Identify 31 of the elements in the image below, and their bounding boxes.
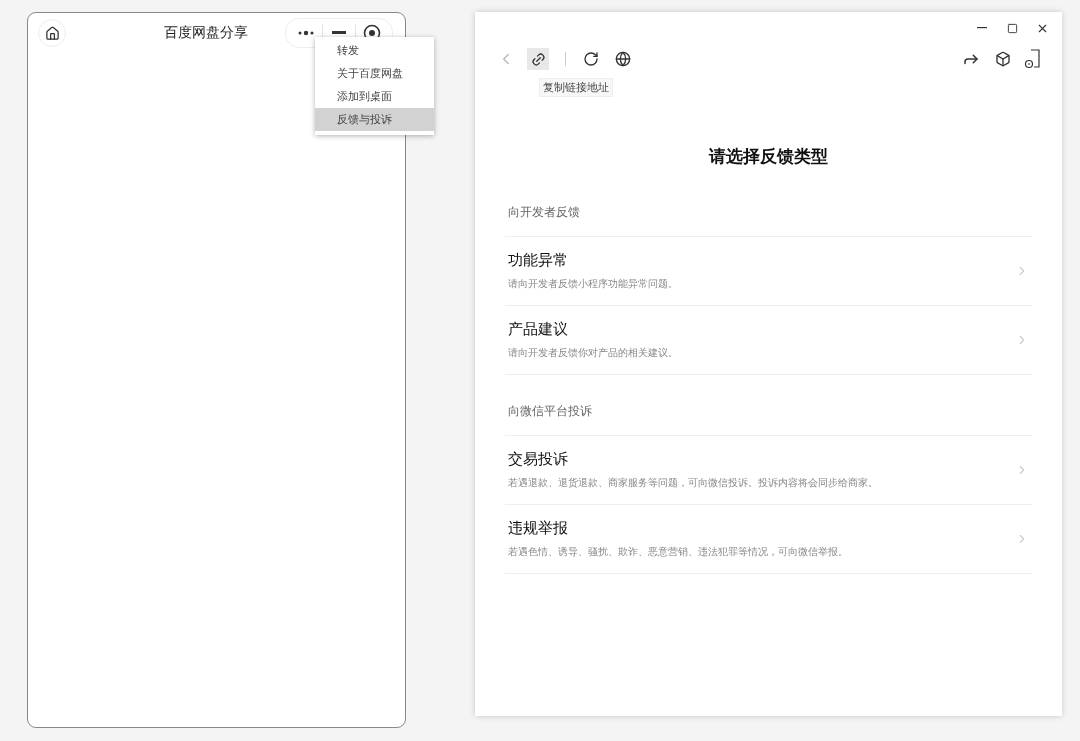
page-heading: 请选择反馈类型 [707, 145, 829, 168]
feedback-option[interactable]: 产品建议 请向开发者反馈你对产品的相关建议。 [505, 306, 1032, 375]
option-title: 功能异常 [508, 251, 569, 270]
option-title: 违规举报 [508, 519, 569, 538]
menu-item[interactable]: 关于百度网盘 [315, 62, 434, 85]
cube-icon [995, 51, 1011, 67]
page-title: 百度网盘分享 [163, 24, 248, 42]
home-button[interactable] [38, 19, 66, 47]
option-description: 请向开发者反馈你对产品的相关建议。 [508, 346, 679, 360]
menu-item[interactable]: 转发 [315, 39, 434, 62]
option-description: 若遇退款、退货退款、商家服务等问题，可向微信投诉。投诉内容将会同步给商家。 [508, 476, 879, 490]
option-title: 交易投诉 [508, 450, 569, 469]
section-title: 向微信平台投诉 [505, 375, 1032, 436]
option-description: 请向开发者反馈小程序功能异常问题。 [508, 277, 679, 291]
maximize-icon [1006, 22, 1018, 34]
feedback-option[interactable]: 功能异常 请向开发者反馈小程序功能异常问题。 [505, 237, 1032, 306]
home-icon [44, 25, 60, 41]
feedback-option[interactable]: 交易投诉 若遇退款、退货退款、商家服务等问题，可向微信投诉。投诉内容将会同步给商家。 [505, 436, 1032, 505]
minimize-icon [977, 27, 987, 29]
refresh-icon [583, 51, 599, 67]
option-description: 若遇色情、诱导、骚扰、欺诈、恶意营销、违法犯罪等情况，可向微信举报。 [508, 545, 849, 559]
tooltip: 复制链接地址 [539, 78, 613, 97]
menu-item[interactable]: 反馈与投诉 [315, 108, 434, 131]
minimize-icon [332, 31, 346, 35]
section-title: 向开发者反馈 [505, 204, 1032, 237]
feedback-option[interactable]: 违规举报 若遇色情、诱导、骚扰、欺诈、恶意营销、违法犯罪等情况，可向微信举报。 [505, 505, 1032, 574]
more-dots-icon [297, 30, 315, 36]
menu-item[interactable]: 添加到桌面 [315, 85, 434, 108]
globe-icon [615, 51, 631, 67]
option-title: 产品建议 [508, 320, 569, 339]
copy-link-button[interactable] [527, 48, 549, 70]
